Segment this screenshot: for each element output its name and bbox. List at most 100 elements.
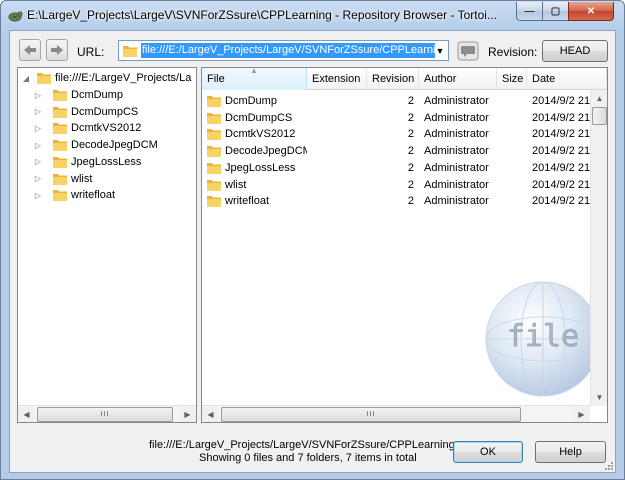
cell-name: writefloat: [206, 193, 307, 209]
table-row[interactable]: wlist 2 Administrator 2014/9/2 21:29: [202, 177, 607, 193]
expanded-arrow-icon[interactable]: ◢: [20, 70, 32, 86]
tree-item[interactable]: ▷ DcmDumpCS: [32, 104, 138, 120]
folder-icon: [207, 162, 221, 174]
table-row[interactable]: DecodeJpegDCM 2 Administrator 2014/9/2 21:2…: [202, 143, 607, 159]
table-row[interactable]: DcmDumpCS 2 Administrator 2014/9/2 21:29: [202, 110, 607, 126]
collapsed-arrow-icon[interactable]: ▷: [32, 187, 44, 203]
revision-head-button[interactable]: HEAD: [542, 40, 608, 62]
cell-name-text: DcmDumpCS: [225, 111, 293, 124]
folder-icon: [207, 179, 221, 191]
folder-icon: [207, 196, 221, 208]
scroll-right-icon[interactable]: ▶: [573, 406, 590, 423]
column-header-revision[interactable]: Revision: [367, 68, 419, 90]
title-bar[interactable]: E:\LargeV_Projects\LargeV\SVNForZSsure\C…: [1, 1, 624, 29]
tree-horizontal-scrollbar[interactable]: ◀ III ▶: [18, 405, 196, 422]
scroll-thumb[interactable]: [592, 107, 607, 125]
list-vertical-scrollbar[interactable]: ▲ ▼: [590, 90, 607, 406]
tree-item[interactable]: ▷ DcmDump: [32, 87, 123, 103]
tree-item[interactable]: ▷ writefloat: [32, 187, 115, 203]
scroll-track[interactable]: III: [35, 405, 179, 422]
url-combobox[interactable]: file:///E:/LargeV_Projects/LargeV/SVNFor…: [118, 40, 449, 61]
cell-author: Administrator: [424, 145, 489, 158]
scroll-down-icon[interactable]: ▼: [591, 389, 607, 406]
cell-name-text: DecodeJpegDCM: [225, 145, 307, 158]
tree-root[interactable]: ◢ file:///E:/LargeV_Projects/La: [18, 70, 191, 86]
folder-icon: [53, 156, 67, 168]
scroll-grip: III: [366, 410, 376, 418]
arrow-right-icon: [51, 45, 63, 55]
folder-icon: [207, 146, 221, 158]
cell-name-text: DcmDump: [225, 95, 277, 107]
tree-item[interactable]: ▷ DecodeJpegDCM: [32, 137, 158, 153]
table-row[interactable]: DcmDump 2 Administrator 2014/9/2 21:29: [202, 93, 607, 109]
tree-item-label: DcmtkVS2012: [71, 122, 142, 135]
table-row[interactable]: JpegLossLess 2 Administrator 2014/9/2 21:29: [202, 160, 607, 176]
cell-name-text: wlist: [225, 178, 247, 191]
scroll-grip: III: [100, 410, 110, 418]
tree-item-label: writefloat: [71, 189, 116, 202]
cell-author: Administrator: [424, 161, 489, 174]
folder-icon: [207, 112, 221, 124]
cell-name: DcmtkVS2012: [206, 126, 307, 142]
cell-name: DcmDumpCS: [206, 110, 307, 126]
ok-button[interactable]: OK: [453, 441, 523, 463]
folder-icon: [53, 90, 67, 101]
forward-button[interactable]: [46, 39, 68, 61]
scroll-thumb[interactable]: III: [37, 406, 173, 422]
tree-item[interactable]: ▷ DcmtkVS2012: [32, 120, 141, 136]
dialog-client-area: URL: file:///E:/LargeV_Projects/LargeV/S…: [9, 30, 616, 473]
arrow-left-icon: [24, 45, 36, 55]
cell-revision: 2: [407, 111, 414, 124]
cell-name: DecodeJpegDCM: [206, 143, 307, 159]
cell-author: Administrator: [424, 111, 489, 124]
file-globe-watermark-icon: file: [485, 281, 601, 397]
file-list[interactable]: ▲ File Extension Revision Author Size Dat…: [201, 67, 608, 423]
collapsed-arrow-icon[interactable]: ▷: [32, 87, 44, 103]
column-header-file[interactable]: ▲ File: [202, 68, 307, 90]
tree-item[interactable]: ▷ wlist: [32, 171, 92, 187]
maximize-button[interactable]: ▢: [542, 2, 569, 21]
repository-browser-window: E:\LargeV_Projects\LargeV\SVNForZSsure\C…: [0, 0, 625, 480]
collapsed-arrow-icon[interactable]: ▷: [32, 104, 44, 120]
cell-name-text: JpegLossLess: [225, 161, 296, 174]
column-header-extension[interactable]: Extension: [307, 68, 367, 90]
scroll-left-icon[interactable]: ◀: [202, 406, 219, 423]
tree-item[interactable]: ▷ JpegLossLess: [32, 154, 141, 170]
cell-revision: 2: [407, 178, 414, 191]
folder-tree[interactable]: ◢ file:///E:/LargeV_Projects/La ▷ DcmDump…: [17, 67, 197, 423]
folder-icon: [123, 46, 137, 57]
scroll-up-icon[interactable]: ▲: [591, 90, 607, 107]
close-button[interactable]: ✕: [568, 2, 614, 21]
scroll-left-icon[interactable]: ◀: [18, 406, 35, 423]
scroll-track[interactable]: III: [219, 405, 573, 422]
list-horizontal-scrollbar[interactable]: ◀ III ▶: [202, 405, 590, 422]
minimize-button[interactable]: —: [516, 2, 543, 21]
collapsed-arrow-icon[interactable]: ▷: [32, 171, 44, 187]
scroll-right-icon[interactable]: ▶: [179, 406, 196, 423]
back-button[interactable]: [19, 39, 41, 61]
cell-name: wlist: [206, 177, 307, 193]
table-row[interactable]: DcmtkVS2012 2 Administrator 2014/9/2 21:29: [202, 126, 607, 142]
column-header-author[interactable]: Author: [419, 68, 497, 90]
url-input[interactable]: file:///E:/LargeV_Projects/LargeV/SVNFor…: [141, 43, 435, 58]
collapsed-arrow-icon[interactable]: ▷: [32, 137, 44, 153]
window-title: E:\LargeV_Projects\LargeV\SVNForZSsure\C…: [27, 8, 497, 22]
watermark-text: file: [507, 319, 579, 354]
folder-icon: [53, 106, 67, 118]
column-header-date[interactable]: Date: [527, 68, 607, 90]
tree-item-label: wlist: [71, 172, 93, 185]
cell-name-text: writefloat: [225, 195, 270, 208]
resize-grip-icon[interactable]: [603, 460, 613, 470]
chevron-down-icon[interactable]: ▼: [432, 41, 448, 60]
cell-name-text: DcmtkVS2012: [225, 128, 296, 141]
log-message-bubble-icon[interactable]: [457, 41, 479, 61]
collapsed-arrow-icon[interactable]: ▷: [32, 154, 44, 170]
tree-item-label: JpegLossLess: [71, 155, 142, 168]
tortoisesvn-icon: [8, 11, 23, 22]
collapsed-arrow-icon[interactable]: ▷: [32, 120, 44, 136]
table-row[interactable]: writefloat 2 Administrator 2014/9/2 21:29: [202, 193, 607, 209]
help-button[interactable]: Help: [535, 441, 606, 463]
column-header-size[interactable]: Size: [497, 68, 527, 90]
cell-name: JpegLossLess: [206, 160, 307, 176]
scroll-thumb[interactable]: III: [221, 406, 521, 422]
